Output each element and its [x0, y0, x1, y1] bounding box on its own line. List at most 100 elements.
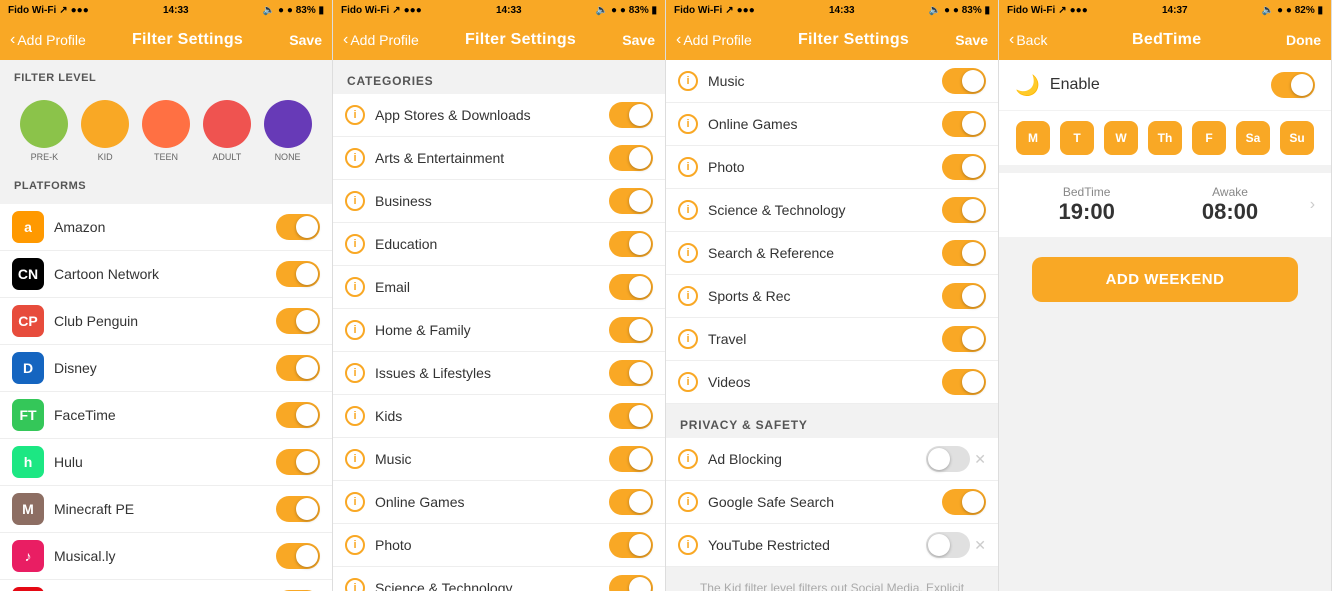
info-icon[interactable]: i [345, 148, 365, 168]
nav-back[interactable]: ‹ Add Profile [343, 31, 419, 49]
nav-back-label[interactable]: Add Profile [683, 32, 751, 48]
info-icon[interactable]: i [678, 372, 698, 392]
enable-label: Enable [1050, 76, 1271, 94]
toggle-switch[interactable] [609, 231, 653, 257]
info-icon[interactable]: i [345, 535, 365, 555]
bedtime-value[interactable]: 19:00 [1015, 199, 1158, 225]
nav-action[interactable]: Save [955, 32, 988, 48]
nav-back-label[interactable]: Add Profile [350, 32, 418, 48]
info-icon[interactable]: i [345, 363, 365, 383]
filter-level-teen[interactable]: TEEN [142, 100, 190, 162]
info-icon[interactable]: i [345, 191, 365, 211]
toggle-switch[interactable] [942, 369, 986, 395]
info-icon[interactable]: i [345, 105, 365, 125]
nav-title: Filter Settings [465, 31, 576, 49]
toggle-switch[interactable] [609, 145, 653, 171]
toggle-switch[interactable] [276, 496, 320, 522]
filter-level-pre-k[interactable]: PRE-K [20, 100, 68, 162]
toggle-knob [962, 328, 984, 350]
toggle-switch[interactable] [609, 489, 653, 515]
category-name: Kids [375, 408, 609, 424]
info-icon[interactable]: i [678, 114, 698, 134]
toggle-switch[interactable] [609, 532, 653, 558]
toggle-switch[interactable] [609, 360, 653, 386]
toggle-switch[interactable] [942, 154, 986, 180]
status-right: 🔈 ● ● 82% ▮ [1262, 5, 1323, 16]
info-icon[interactable]: i [345, 320, 365, 340]
filter-level-none[interactable]: NONE [264, 100, 312, 162]
info-icon[interactable]: i [678, 535, 698, 555]
toggle-switch[interactable] [609, 317, 653, 343]
nav-back-label[interactable]: Back [1016, 32, 1047, 48]
category-item: iBusiness [333, 180, 665, 223]
nav-action[interactable]: Done [1286, 32, 1321, 48]
info-icon[interactable]: i [345, 277, 365, 297]
moon-icon: 🌙 [1015, 73, 1040, 98]
info-icon[interactable]: i [678, 243, 698, 263]
toggle-switch[interactable] [609, 102, 653, 128]
day-bubble-t[interactable]: T [1060, 121, 1094, 155]
toggle-switch[interactable] [942, 240, 986, 266]
nav-action[interactable]: Save [289, 32, 322, 48]
category-name: Videos [708, 374, 942, 390]
day-bubble-su[interactable]: Su [1280, 121, 1314, 155]
day-bubble-w[interactable]: W [1104, 121, 1138, 155]
privacy-item: iAd Blocking✕ [666, 438, 998, 481]
info-icon[interactable]: i [678, 492, 698, 512]
nav-back-label[interactable]: Add Profile [17, 32, 85, 48]
day-bubble-f[interactable]: F [1192, 121, 1226, 155]
toggle-switch[interactable] [609, 274, 653, 300]
info-icon[interactable]: i [345, 578, 365, 591]
toggle-knob [296, 310, 318, 332]
toggle-switch[interactable] [926, 532, 970, 558]
toggle-switch[interactable] [609, 188, 653, 214]
toggle-switch[interactable] [276, 261, 320, 287]
nav-back[interactable]: ‹ Back [1009, 31, 1047, 49]
day-bubble-th[interactable]: Th [1148, 121, 1182, 155]
toggle-switch[interactable] [609, 575, 653, 591]
nav-title: BedTime [1132, 31, 1201, 49]
toggle-switch[interactable] [276, 402, 320, 428]
info-icon[interactable]: i [678, 157, 698, 177]
info-icon[interactable]: i [345, 449, 365, 469]
toggle-switch[interactable] [276, 214, 320, 240]
category-item: iSearch & Reference [666, 232, 998, 275]
filter-circle-label: ADULT [212, 152, 241, 162]
info-icon[interactable]: i [678, 200, 698, 220]
nav-action[interactable]: Save [622, 32, 655, 48]
toggle-switch[interactable] [1271, 72, 1315, 98]
toggle-switch[interactable] [609, 403, 653, 429]
toggle-switch[interactable] [926, 446, 970, 472]
toggle-switch[interactable] [276, 543, 320, 569]
info-icon[interactable]: i [678, 449, 698, 469]
toggle-switch[interactable] [942, 111, 986, 137]
info-icon[interactable]: i [678, 71, 698, 91]
toggle-switch[interactable] [942, 197, 986, 223]
toggle-switch[interactable] [276, 355, 320, 381]
add-weekend-button[interactable]: ADD WEEKEND [1032, 257, 1298, 302]
filter-circle-dot [203, 100, 251, 148]
toggle-switch[interactable] [942, 283, 986, 309]
nav-back[interactable]: ‹ Add Profile [676, 31, 752, 49]
nav-back[interactable]: ‹ Add Profile [10, 31, 86, 49]
toggle-switch[interactable] [942, 326, 986, 352]
toggle-switch[interactable] [942, 68, 986, 94]
category-name: Home & Family [375, 322, 609, 338]
toggle-switch[interactable] [276, 449, 320, 475]
category-item: iArts & Entertainment [333, 137, 665, 180]
toggle-switch[interactable] [609, 446, 653, 472]
toggle-switch[interactable] [276, 308, 320, 334]
info-icon[interactable]: i [345, 492, 365, 512]
toggle-switch[interactable] [942, 489, 986, 515]
info-icon[interactable]: i [678, 329, 698, 349]
info-icon[interactable]: i [678, 286, 698, 306]
day-bubble-m[interactable]: M [1016, 121, 1050, 155]
filter-level-kid[interactable]: KID [81, 100, 129, 162]
day-bubble-sa[interactable]: Sa [1236, 121, 1270, 155]
filter-level-adult[interactable]: ADULT [203, 100, 251, 162]
awake-value[interactable]: 08:00 [1158, 199, 1301, 225]
platform-icon: ♪ [12, 540, 44, 572]
category-name: Science & Technology [708, 202, 942, 218]
info-icon[interactable]: i [345, 406, 365, 426]
info-icon[interactable]: i [345, 234, 365, 254]
